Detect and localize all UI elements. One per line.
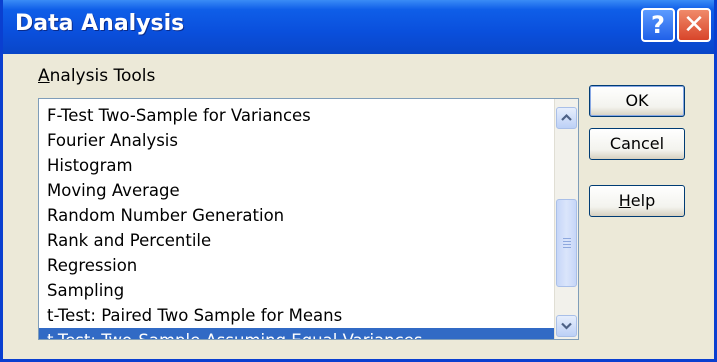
list-item[interactable]: Rank and Percentile <box>39 228 554 253</box>
scroll-thumb[interactable] <box>556 199 577 287</box>
scroll-up-button[interactable] <box>556 107 577 129</box>
analysis-tools-listbox[interactable]: F-Test Two-Sample for Variances Fourier A… <box>38 98 579 340</box>
scroll-up-arrow-icon <box>561 113 572 121</box>
analysis-tools-label: Analysis Tools <box>38 66 155 86</box>
scroll-down-arrow-icon <box>561 322 572 330</box>
data-analysis-dialog: Data Analysis ? ✕ Analysis Tools F-Test … <box>0 0 717 362</box>
scroll-down-button[interactable] <box>556 315 577 337</box>
window-title: Data Analysis <box>15 11 185 36</box>
close-icon: ✕ <box>683 10 705 40</box>
analysis-tools-label-text: nalysis Tools <box>49 66 156 86</box>
help-button[interactable]: Help <box>589 185 685 217</box>
list-item-selected[interactable]: t-Test: Two-Sample Assuming Equal Varian… <box>39 328 554 339</box>
list-item[interactable]: Moving Average <box>39 178 554 203</box>
ok-button[interactable]: OK <box>589 85 685 117</box>
list-item[interactable]: Regression <box>39 253 554 278</box>
scroll-grip-icon <box>563 238 571 248</box>
list-item[interactable]: t-Test: Paired Two Sample for Means <box>39 303 554 328</box>
list-item[interactable]: F-Test Two-Sample for Variances <box>39 103 554 128</box>
help-label-text: elp <box>630 191 656 210</box>
list-scrollbar[interactable] <box>554 99 578 339</box>
close-button[interactable]: ✕ <box>677 8 711 42</box>
list-item[interactable]: Histogram <box>39 153 554 178</box>
list-item[interactable]: Random Number Generation <box>39 203 554 228</box>
list-item[interactable]: Sampling <box>39 278 554 303</box>
help-button-titlebar[interactable]: ? <box>641 8 675 42</box>
title-bar[interactable]: Data Analysis ? ✕ <box>3 0 714 54</box>
cancel-button[interactable]: Cancel <box>589 128 685 160</box>
list-item[interactable]: Fourier Analysis <box>39 128 554 153</box>
help-accelerator: H <box>618 191 631 210</box>
analysis-tools-accelerator: A <box>38 66 50 86</box>
question-mark-icon: ? <box>651 11 665 39</box>
analysis-tools-list: F-Test Two-Sample for Variances Fourier A… <box>39 103 554 339</box>
